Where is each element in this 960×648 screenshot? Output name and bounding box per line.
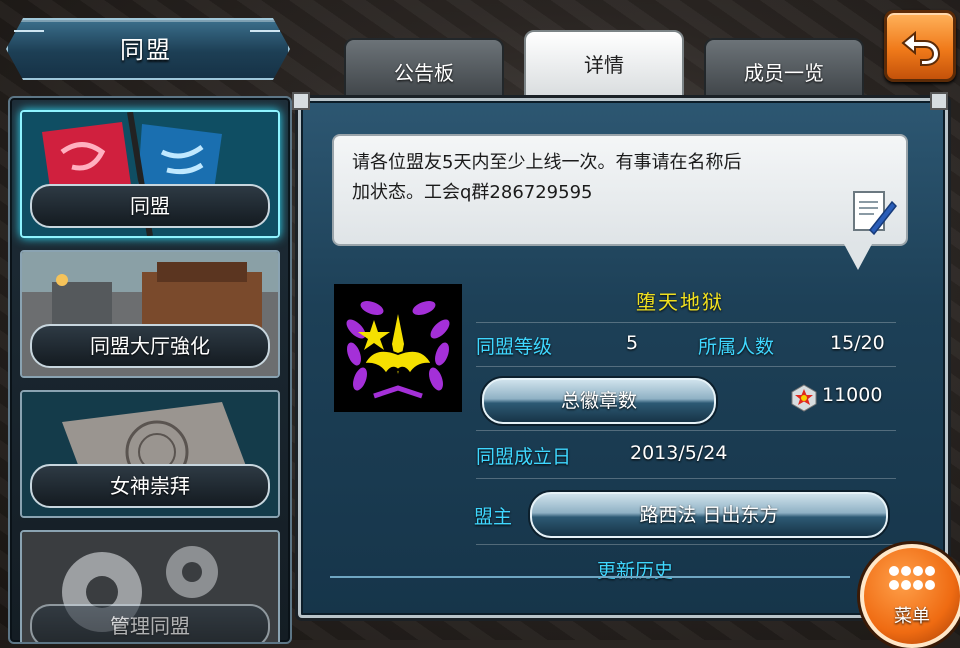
total-badges-button[interactable]: 总徽章数 <box>482 378 716 424</box>
sidebar-item-alliance[interactable]: 同盟 <box>20 110 280 238</box>
leader-label: 盟主 <box>474 506 513 528</box>
founded-date-label: 同盟成立日 <box>476 446 572 468</box>
page-title: 同盟 <box>120 36 172 64</box>
guild-level-value: 5 <box>626 332 639 354</box>
menu-label: 菜单 <box>894 606 930 627</box>
member-count-value: 15/20 <box>830 332 885 354</box>
tab-bulletin-board[interactable]: 公告板 <box>344 38 504 104</box>
notice-board: 请各位盟友5天内至少上线一次。有事请在名称后 加状态。工会q群286729595 <box>332 134 908 246</box>
divider <box>476 366 896 367</box>
member-count-label: 所属人数 <box>698 336 775 358</box>
tab-member-list[interactable]: 成员一览 <box>704 38 864 104</box>
sidebar-item-manage-alliance[interactable]: 管理同盟 <box>20 530 280 642</box>
divider <box>476 430 896 431</box>
back-arrow-icon <box>901 30 941 66</box>
scroll-ornament <box>330 576 850 578</box>
sidebar-item-goddess-worship[interactable]: 女神崇拜 <box>20 390 280 518</box>
leader-name-button[interactable]: 路西法 日出东方 <box>530 492 888 538</box>
founded-date-value: 2013/5/24 <box>630 442 728 464</box>
divider <box>476 478 896 479</box>
total-badges-value: 11000 <box>822 384 883 406</box>
sidebar-item-label: 管理同盟 <box>30 604 270 642</box>
sidebar-item-hall-upgrade[interactable]: 同盟大厅強化 <box>20 250 280 378</box>
badge-medal-icon <box>791 384 817 412</box>
back-button[interactable] <box>884 10 956 82</box>
tab-details[interactable]: 详情 <box>524 30 684 104</box>
panel-corner <box>292 92 310 110</box>
guild-level-label: 同盟等级 <box>476 336 553 358</box>
divider <box>476 544 896 545</box>
guild-name: 堕天地狱 <box>636 290 724 314</box>
notice-line: 请各位盟友5天内至少上线一次。有事请在名称后 <box>352 152 742 173</box>
panel-corner <box>930 92 948 110</box>
notice-bubble-tail <box>844 244 872 270</box>
notice-line: 加状态。工会q群286729595 <box>352 182 593 203</box>
sidebar: 同盟 同盟大厅強化 女神崇拜 管理同盟 <box>8 96 292 644</box>
sidebar-item-label: 同盟大厅強化 <box>30 324 270 368</box>
menu-button[interactable]: 菜单 <box>860 544 960 648</box>
menu-grid-icon <box>889 566 935 590</box>
guild-emblem-icon <box>334 284 462 412</box>
edit-notice-icon[interactable] <box>850 188 898 236</box>
update-history-link[interactable]: 更新历史 <box>560 556 710 583</box>
sidebar-item-label: 女神崇拜 <box>30 464 270 508</box>
sidebar-item-label: 同盟 <box>30 184 270 228</box>
divider <box>476 322 896 323</box>
